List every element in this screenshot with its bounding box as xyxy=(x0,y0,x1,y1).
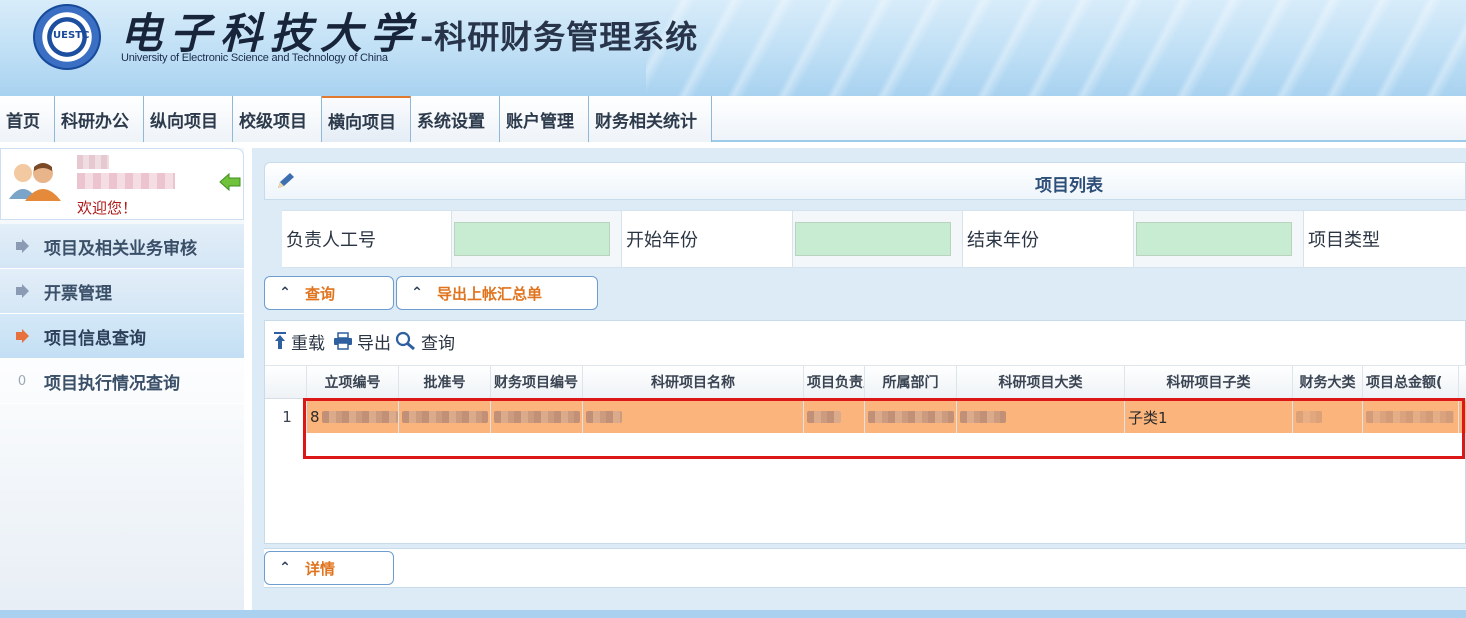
username-redacted xyxy=(77,155,109,169)
collapse-arrow-icon[interactable] xyxy=(219,173,241,191)
rownum-header xyxy=(265,366,307,398)
system-title: -科研财务管理系统 xyxy=(420,18,699,56)
detail-section: ⌃ 详情 xyxy=(264,548,1466,588)
start-year-input[interactable] xyxy=(795,222,951,256)
toolbar-query-button[interactable]: 查询 xyxy=(395,329,455,354)
tab-finance-statistics[interactable]: 财务相关统计 xyxy=(589,96,712,142)
bottom-border xyxy=(0,610,1466,618)
filter-label-staff-id: 负责人工号 xyxy=(282,211,452,267)
detail-button-label: 详情 xyxy=(305,559,336,578)
search-icon xyxy=(395,331,415,351)
sidebar-item-label: 开票管理 xyxy=(44,283,112,304)
column-header[interactable]: 项目总金额( xyxy=(1363,366,1459,398)
user-detail-redacted xyxy=(77,173,175,189)
reload-icon xyxy=(274,332,286,349)
arrow-right-active-icon xyxy=(0,328,44,344)
chevron-up-icon: ⌃ xyxy=(279,560,291,576)
seal-text: UESTC xyxy=(53,30,90,41)
column-header[interactable]: 科研项目大类 xyxy=(957,366,1125,398)
left-sidebar: 欢迎您！ 项目及相关业务审核 开票管理 项目信息查询 0 项目执行情况查询 xyxy=(0,148,244,610)
banner-decoration xyxy=(646,0,1466,96)
column-header[interactable]: 批准号 xyxy=(399,366,491,398)
detail-button[interactable]: ⌃ 详情 xyxy=(264,551,394,585)
start-year-cell xyxy=(793,211,963,267)
tab-horizontal-projects[interactable]: 横向项目 xyxy=(322,96,411,142)
reload-button[interactable]: 重载 xyxy=(273,329,325,354)
pencil-icon xyxy=(278,173,294,188)
staff-id-input[interactable] xyxy=(454,222,610,256)
filter-label-end-year: 结束年份 xyxy=(963,211,1134,267)
item-marker: 0 xyxy=(17,373,27,389)
search-filter-row: 负责人工号 开始年份 结束年份 项目类型 xyxy=(282,210,1466,268)
printer-icon xyxy=(334,332,352,350)
export-label: 导出 xyxy=(357,333,391,354)
grid-toolbar: 重载 导出 查询 xyxy=(265,321,1466,361)
sidebar-item-review[interactable]: 项目及相关业务审核 xyxy=(0,224,244,269)
panel-header: 项目列表 xyxy=(264,162,1466,200)
tab-account-management[interactable]: 账户管理 xyxy=(500,96,589,142)
tab-system-settings[interactable]: 系统设置 xyxy=(411,96,500,142)
grid-header: 立项编号 批准号 财务项目编号 科研项目名称 项目负责人 所属部门 科研项目大类… xyxy=(265,365,1466,399)
sidebar-item-execution[interactable]: 0 项目执行情况查询 xyxy=(0,359,244,404)
university-name-en: University of Electronic Science and Tec… xyxy=(121,52,388,64)
column-header[interactable]: 财务大类 xyxy=(1293,366,1363,398)
tab-school-projects[interactable]: 校级项目 xyxy=(233,96,322,142)
action-bar: ⌃ 查询 ⌃ 导出上帐汇总单 xyxy=(264,274,1466,312)
tab-vertical-projects[interactable]: 纵向项目 xyxy=(144,96,233,142)
column-header[interactable]: 财务项目编号 xyxy=(491,366,583,398)
reload-label: 重载 xyxy=(291,333,325,354)
end-year-cell xyxy=(1134,211,1304,267)
column-header[interactable]: 科研项目子类 xyxy=(1125,366,1293,398)
column-header[interactable]: 所属部门 xyxy=(865,366,957,398)
arrow-right-icon xyxy=(0,283,44,299)
welcome-text: 欢迎您！ xyxy=(77,199,138,217)
university-seal-logo: UESTC xyxy=(33,4,101,70)
filter-label-start-year: 开始年份 xyxy=(622,211,793,267)
sidebar-menu: 项目及相关业务审核 开票管理 项目信息查询 0 项目执行情况查询 xyxy=(0,224,244,404)
column-header[interactable]: 项目负责人 xyxy=(804,366,865,398)
row-number: 1 xyxy=(265,401,307,433)
end-year-input[interactable] xyxy=(1136,222,1292,256)
tab-home[interactable]: 首页 xyxy=(0,96,55,142)
column-header[interactable]: 科研项目名称 xyxy=(583,366,804,398)
column-header[interactable]: 立项编号 xyxy=(307,366,399,398)
export-button[interactable]: 导出 xyxy=(333,329,391,354)
sidebar-item-label: 项目执行情况查询 xyxy=(44,373,180,394)
export-summary-label: 导出上帐汇总单 xyxy=(437,284,543,303)
chevron-up-icon: ⌃ xyxy=(279,285,291,301)
panel-title: 项目列表 xyxy=(1035,176,1103,196)
sidebar-item-invoice[interactable]: 开票管理 xyxy=(0,269,244,314)
chevron-up-icon: ⌃ xyxy=(411,285,423,301)
header-banner: UESTC 电子科技大学 University of Electronic Sc… xyxy=(0,0,1466,96)
main-content: 项目列表 负责人工号 开始年份 结束年份 项目类型 ⌃ 查询 ⌃ 导出上帐汇总单 xyxy=(252,148,1466,610)
export-summary-button[interactable]: ⌃ 导出上帐汇总单 xyxy=(396,276,598,310)
arrow-right-icon xyxy=(0,238,44,254)
selected-row-highlight-box xyxy=(303,398,1465,459)
filter-label-project-type: 项目类型 xyxy=(1308,230,1380,251)
tab-research-office[interactable]: 科研办公 xyxy=(55,96,144,142)
query-button-label: 查询 xyxy=(305,284,336,303)
user-info-box: 欢迎您！ xyxy=(0,148,244,220)
query-button[interactable]: ⌃ 查询 xyxy=(264,276,394,310)
toolbar-query-label: 查询 xyxy=(421,333,455,354)
top-navigation: 首页 科研办公 纵向项目 校级项目 横向项目 系统设置 账户管理 财务相关统计 xyxy=(0,96,1466,142)
users-avatar-icon xyxy=(9,163,61,201)
sidebar-item-project-info[interactable]: 项目信息查询 xyxy=(0,314,244,359)
sidebar-item-label: 项目及相关业务审核 xyxy=(44,238,197,259)
staff-id-cell xyxy=(452,211,622,267)
sidebar-item-label: 项目信息查询 xyxy=(44,328,146,349)
